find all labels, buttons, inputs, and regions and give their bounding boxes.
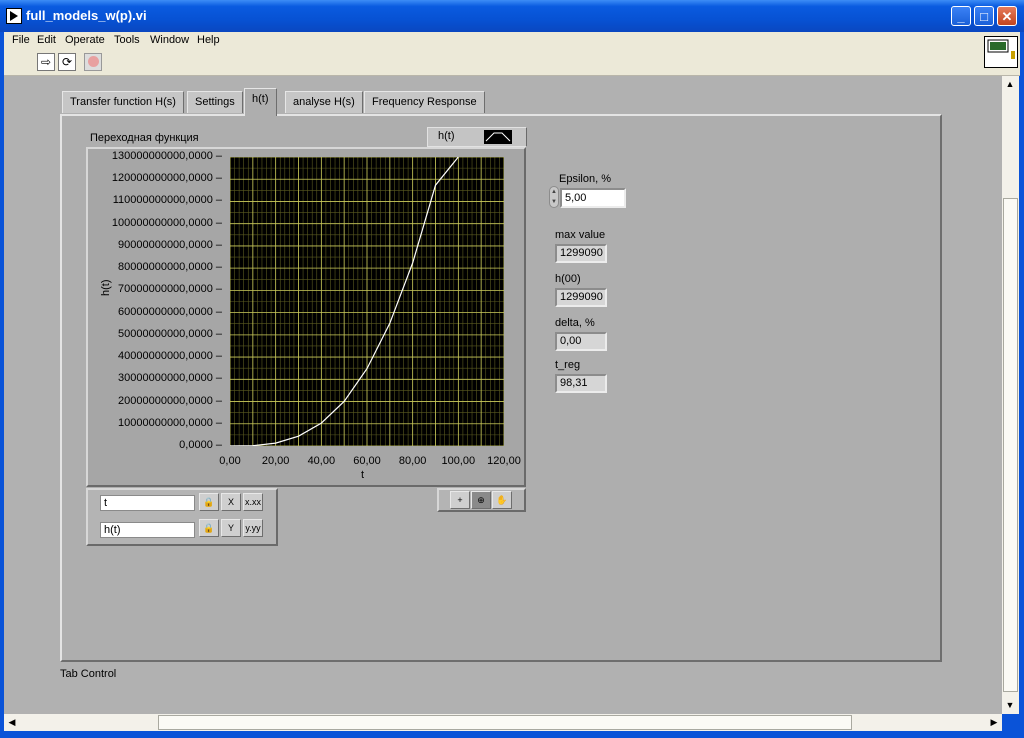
tab-analyse[interactable]: analyse H(s) <box>285 91 363 113</box>
tab-settings[interactable]: Settings <box>187 91 243 113</box>
epsilon-label: Epsilon, % <box>559 173 611 185</box>
run-arrow-icon[interactable]: ⇨ <box>37 53 55 71</box>
scroll-right-icon[interactable]: ▶ <box>986 714 1002 730</box>
y-scale-name[interactable]: h(t) <box>100 522 195 538</box>
h00-indicator: 1299090 <box>555 288 607 307</box>
vertical-scrollbar[interactable]: ▲ ▼ <box>1002 76 1019 714</box>
x-format-icon[interactable]: x.xx <box>243 493 263 511</box>
t-reg-indicator: 98,31 <box>555 374 607 393</box>
y-tick-label: 80000000000,0000 – <box>118 261 222 274</box>
menu-file[interactable]: File <box>12 34 30 46</box>
x-autoscale-icon[interactable]: X <box>221 493 241 511</box>
y-tick-label: 30000000000,0000 – <box>118 372 222 385</box>
menu-edit[interactable]: Edit <box>37 34 56 46</box>
y-tick-label: 130000000000,0000 – <box>111 150 222 162</box>
tab-frequency-response[interactable]: Frequency Response <box>364 91 485 113</box>
plot-svg <box>229 156 505 447</box>
x-lock-icon[interactable]: 🔒 <box>199 493 219 511</box>
y-tick-label: 50000000000,0000 – <box>118 327 222 340</box>
horizontal-scrollbar[interactable]: ◀ ▶ <box>4 714 1002 731</box>
y-tick-label: 70000000000,0000 – <box>118 283 222 296</box>
x-tick-label: 100,00 <box>441 455 476 467</box>
max-value-indicator: 1299090 <box>555 244 607 263</box>
title-bar[interactable] <box>0 0 1024 32</box>
close-button[interactable]: ✕ <box>997 6 1017 26</box>
abort-icon[interactable] <box>84 53 102 71</box>
menu-help[interactable]: Help <box>197 34 220 46</box>
x-tick-label: 0,00 <box>219 455 241 467</box>
graph-label: Переходная функция <box>90 132 199 144</box>
y-tick-label: 10000000000,0000 – <box>118 416 222 429</box>
t-reg-label: t_reg <box>555 359 581 371</box>
delta-indicator: 0,00 <box>555 332 607 351</box>
y-tick-label: 120000000000,0000 – <box>111 172 222 185</box>
y-format-icon[interactable]: y.yy <box>243 519 263 537</box>
cursor-crosshair-icon[interactable]: + <box>450 491 470 509</box>
menu-tools[interactable]: Tools <box>114 34 140 46</box>
epsilon-input[interactable]: 5,00 <box>560 188 626 208</box>
tab-h-t[interactable]: h(t) <box>244 88 277 116</box>
menu-bar: File Edit Operate Tools Window Help <box>4 32 1020 50</box>
delta-label: delta, % <box>555 317 595 329</box>
zoom-icon[interactable]: ⊕ <box>471 491 491 509</box>
y-tick-label: 0,0000 – <box>179 439 222 451</box>
toolbar: ⇨ ⟳ <box>4 50 1020 76</box>
y-tick-label: 20000000000,0000 – <box>118 394 222 407</box>
y-lock-icon[interactable]: 🔒 <box>199 519 219 537</box>
epsilon-increment-icon[interactable]: ▲ ▼ <box>549 186 559 208</box>
x-tick-label: 80,00 <box>398 455 427 467</box>
y-tick-label: 100000000000,0000 – <box>111 216 222 229</box>
window-title: full_models_w(p).vi <box>26 8 147 23</box>
scroll-up-icon[interactable]: ▲ <box>1002 76 1018 92</box>
labview-vi-icon <box>6 8 22 24</box>
legend-plot-name: h(t) <box>438 130 455 142</box>
minimize-button[interactable]: _ <box>951 6 971 26</box>
y-tick-label: 60000000000,0000 – <box>118 305 222 318</box>
menu-operate[interactable]: Operate <box>65 34 105 46</box>
maximize-button[interactable]: □ <box>974 6 994 26</box>
vertical-scroll-thumb[interactable] <box>1003 198 1018 692</box>
legend-line-sample[interactable] <box>484 130 512 144</box>
pan-hand-icon[interactable]: ✋ <box>492 491 512 509</box>
vi-connector-icon[interactable] <box>984 36 1018 68</box>
y-autoscale-icon[interactable]: Y <box>221 519 241 537</box>
max-value-label: max value <box>555 229 606 241</box>
h00-label: h(00) <box>555 273 581 285</box>
tab-transfer-function[interactable]: Transfer function H(s) <box>62 91 184 113</box>
y-tick-label: 40000000000,0000 – <box>118 350 222 363</box>
x-tick-label: 40,00 <box>307 455 336 467</box>
plot-area[interactable] <box>229 156 505 447</box>
run-continuously-icon[interactable]: ⟳ <box>58 53 76 71</box>
x-tick-label: 20,00 <box>261 455 290 467</box>
x-scale-name[interactable]: t <box>100 495 195 511</box>
horizontal-scroll-thumb[interactable] <box>158 715 852 730</box>
y-tick-label: 110000000000,0000 – <box>112 194 222 207</box>
tab-control-label: Tab Control <box>60 668 117 680</box>
x-tick-label: 120,00 <box>487 455 521 467</box>
x-tick-label: 60,00 <box>353 455 381 467</box>
y-tick-label: 90000000000,0000 – <box>118 238 222 251</box>
y-axis-label: h(t) <box>100 279 112 297</box>
menu-window[interactable]: Window <box>150 34 189 46</box>
scroll-left-icon[interactable]: ◀ <box>4 714 20 730</box>
scroll-down-icon[interactable]: ▼ <box>1002 697 1018 713</box>
x-axis-label: t <box>361 469 365 481</box>
